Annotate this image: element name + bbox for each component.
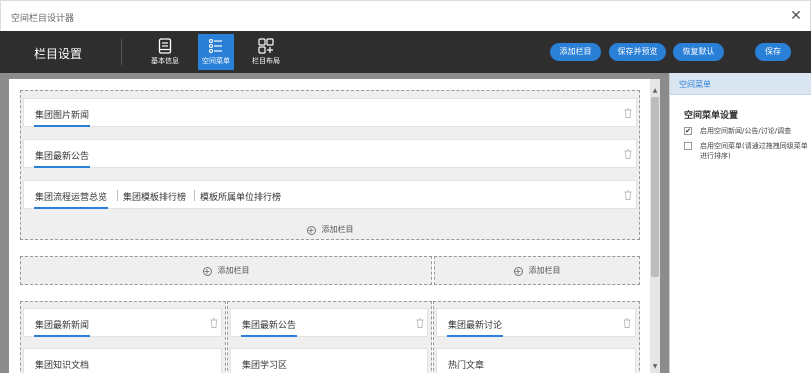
- column-card[interactable]: 集团知识文档: [23, 348, 222, 373]
- trash-icon[interactable]: [624, 149, 632, 159]
- add-column-row[interactable]: + 添加栏目: [20, 221, 640, 239]
- close-icon[interactable]: ✕: [788, 8, 804, 24]
- column-card[interactable]: 集团最新公告: [23, 139, 637, 168]
- tool-label: 栏目布局: [252, 57, 280, 65]
- column-card[interactable]: 集团学习区: [230, 348, 428, 373]
- column-card[interactable]: 热门文章: [436, 348, 636, 373]
- layout-icon: [258, 38, 274, 54]
- panel-heading: 空间菜单设置: [684, 111, 739, 121]
- column-card[interactable]: 集团图片新闻: [23, 98, 637, 127]
- section-two-right[interactable]: + 添加栏目: [434, 256, 640, 285]
- checkbox-unchecked-icon[interactable]: [684, 142, 692, 150]
- column-tab[interactable]: 集团最新公告: [33, 149, 91, 168]
- option-label: 启用空间新闻/公告/讨论/调查: [700, 127, 792, 135]
- scroll-down-icon[interactable]: ▼: [650, 362, 660, 372]
- header-toolbar: 栏目设置 基本信息 空间菜单 栏目布局 添加栏目 保存并预览 恢复默认 保存: [0, 31, 811, 73]
- scrollbar-thumb[interactable]: [651, 97, 659, 277]
- settings-panel: 空间菜单 空间菜单设置 ✔ 启用空间新闻/公告/讨论/调查 启用空间菜单(请通过…: [669, 73, 811, 373]
- window-titlebar: 空间栏目设计器 ✕: [0, 0, 811, 31]
- scroll-up-icon[interactable]: ▲: [650, 86, 660, 96]
- column-tab[interactable]: 热门文章: [448, 358, 484, 371]
- add-column-row[interactable]: + 添加栏目: [435, 262, 639, 280]
- column-tab[interactable]: 模板所属单位排行榜: [200, 190, 281, 203]
- plus-circle-icon: +: [513, 267, 523, 276]
- tool-column-layout[interactable]: 栏目布局: [248, 34, 284, 70]
- tab-separator: [117, 190, 118, 201]
- tool-label: 空间菜单: [202, 57, 230, 65]
- option-menu-checkbox[interactable]: 启用空间菜单(请通过拖拽同级菜单进行排序): [684, 141, 809, 161]
- column-tab[interactable]: 集团最新新闻: [33, 318, 91, 337]
- panel-tab-label: 空间菜单: [679, 80, 711, 89]
- save-button[interactable]: 保存: [755, 43, 791, 61]
- column-tab[interactable]: 集团最新讨论: [446, 318, 504, 337]
- column-tab[interactable]: 集团知识文档: [35, 358, 89, 371]
- list-icon: [208, 38, 222, 54]
- column-tab[interactable]: 集团最新公告: [240, 318, 298, 337]
- column-card[interactable]: 集团最新讨论: [436, 308, 636, 337]
- trash-icon[interactable]: [210, 318, 218, 328]
- panel-tab[interactable]: 空间菜单: [670, 73, 811, 95]
- tool-label: 基本信息: [151, 57, 179, 65]
- column-tab[interactable]: 集团流程运营总览: [33, 190, 109, 209]
- add-column-row[interactable]: + 添加栏目: [21, 262, 431, 280]
- page-title: 栏目设置: [34, 47, 83, 61]
- add-column-label: 添加栏目: [528, 266, 561, 275]
- add-column-label: 添加栏目: [321, 225, 354, 234]
- add-column-label: 添加栏目: [217, 266, 250, 275]
- restore-default-button[interactable]: 恢复默认: [673, 43, 724, 61]
- trash-icon[interactable]: [623, 318, 631, 328]
- column-card[interactable]: 集团最新新闻: [23, 308, 222, 337]
- checkbox-checked-icon[interactable]: ✔: [684, 127, 692, 135]
- option-label: 启用空间菜单(请通过拖拽同级菜单进行排序): [700, 142, 808, 160]
- tool-space-menu[interactable]: 空间菜单: [198, 34, 234, 70]
- plus-circle-icon: +: [202, 267, 212, 276]
- column-card[interactable]: 集团流程运营总览 集团模板排行榜 模板所属单位排行榜: [23, 180, 637, 209]
- trash-icon[interactable]: [624, 108, 632, 118]
- column-tab[interactable]: 集团模板排行榜: [123, 190, 186, 203]
- divider: [121, 39, 122, 65]
- section-two-left[interactable]: + 添加栏目: [20, 256, 432, 285]
- column-card[interactable]: 集团最新公告: [230, 308, 428, 337]
- save-preview-button[interactable]: 保存并预览: [609, 43, 666, 61]
- add-column-button[interactable]: 添加栏目: [550, 43, 601, 61]
- plus-circle-icon: +: [306, 226, 316, 235]
- tab-separator: [194, 190, 195, 201]
- column-tab[interactable]: 集团学习区: [242, 358, 287, 371]
- option-news-checkbox[interactable]: ✔ 启用空间新闻/公告/讨论/调查: [684, 126, 809, 136]
- document-icon: [158, 38, 172, 54]
- column-tab[interactable]: 集团图片新闻: [33, 108, 91, 127]
- trash-icon[interactable]: [624, 190, 632, 200]
- window-title: 空间栏目设计器: [11, 14, 75, 24]
- trash-icon[interactable]: [416, 318, 424, 328]
- tool-basic-info[interactable]: 基本信息: [147, 34, 183, 70]
